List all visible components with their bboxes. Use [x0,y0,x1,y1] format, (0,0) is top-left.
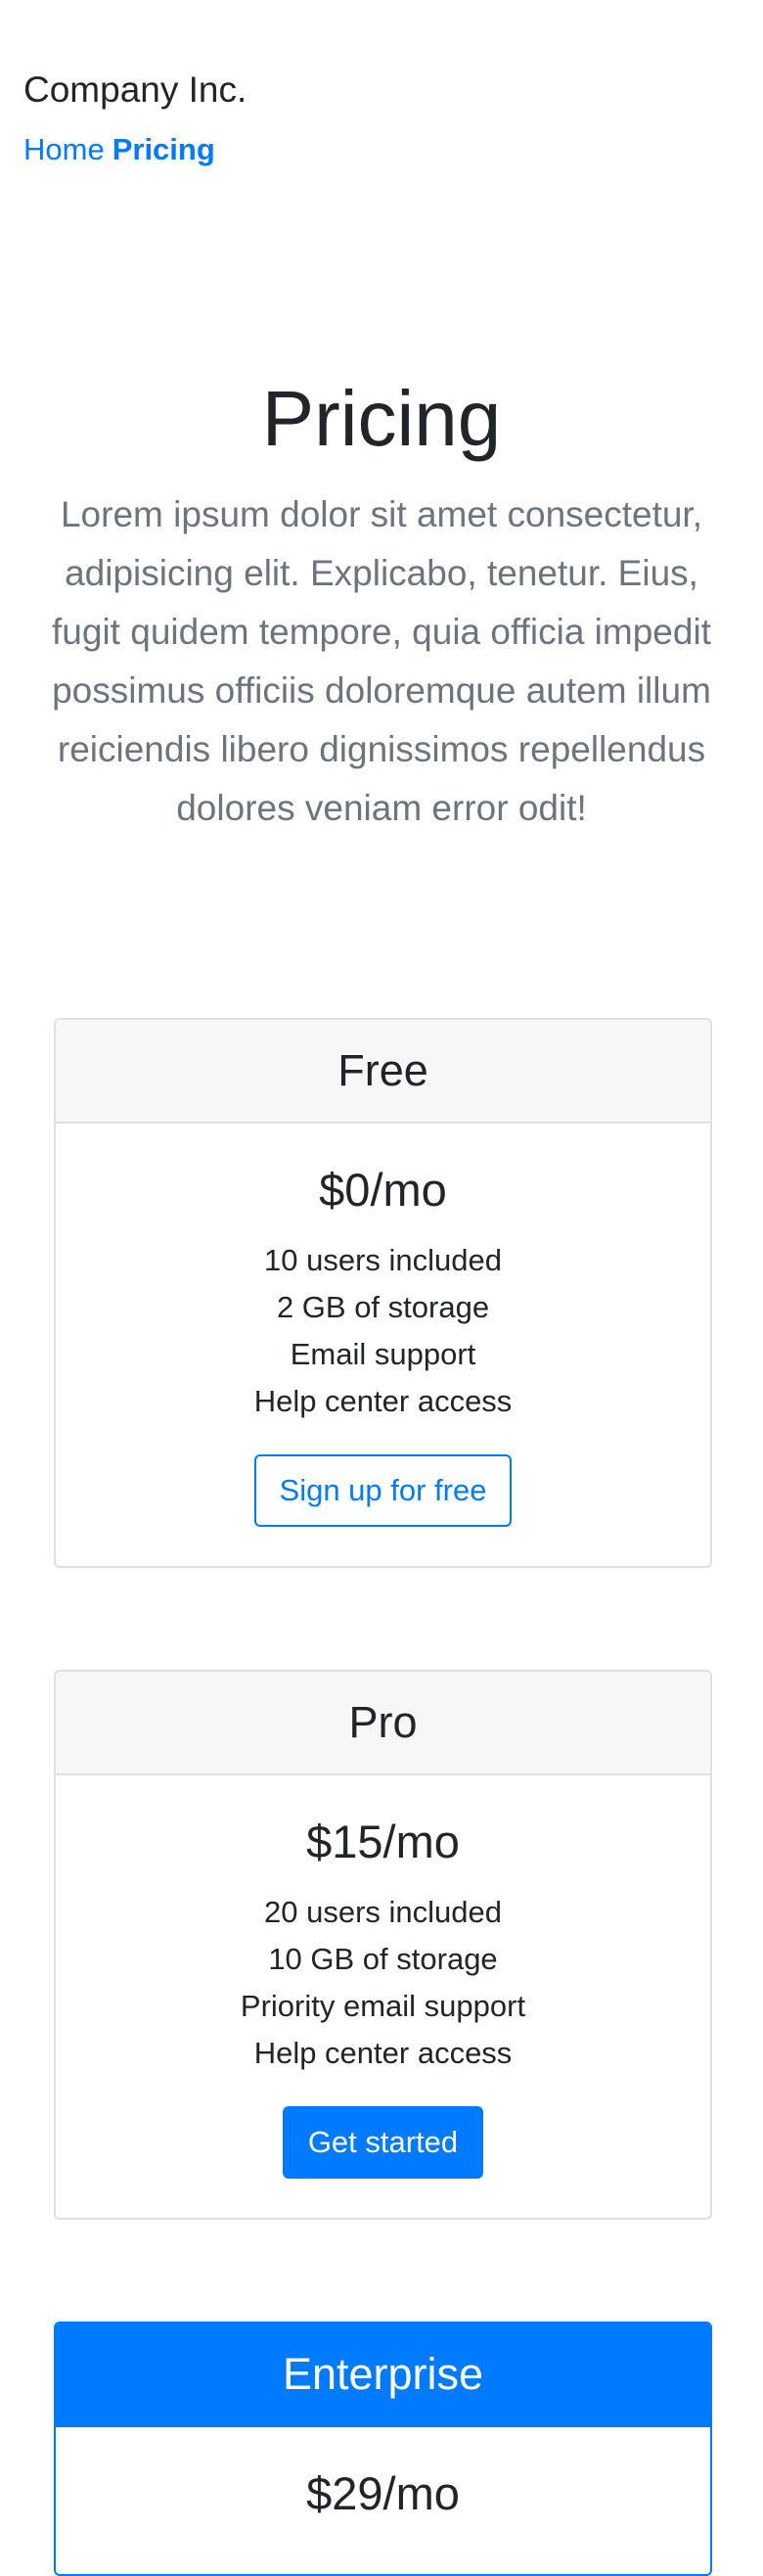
plan-card-header: Enterprise [56,2323,710,2427]
nav-link-pricing[interactable]: Pricing [112,132,215,166]
plan-name: Free [337,1045,428,1095]
feature-item: Email support [290,1337,476,1372]
feature-item: 2 GB of storage [276,1290,490,1325]
pricing-hero: Pricing Lorem ipsum dolor sit amet conse… [0,372,763,838]
plan-card-header: Pro [56,1672,710,1775]
plan-price: $15/mo [306,1816,460,1867]
feature-item: 20 users included [264,1895,502,1930]
plan-card-body: $15/mo 20 users included 10 GB of storag… [56,1775,710,2218]
sign-up-free-button[interactable]: Sign up for free [253,1454,513,1527]
feature-item: 10 GB of storage [268,1942,498,1977]
plan-name: Enterprise [282,2349,484,2399]
feature-item: Help center access [253,1384,513,1419]
feature-item: Help center access [253,2036,513,2071]
site-header: Company Inc. Home Pricing [23,69,247,168]
plan-name: Pro [348,1697,418,1747]
nav-link-home[interactable]: Home [23,132,105,166]
page-title: Pricing [261,375,502,462]
plan-price: $29/mo [306,2467,460,2519]
plan-price: $0/mo [319,1164,447,1216]
feature-item: 10 users included [264,1243,502,1278]
brand-name: Company Inc. [23,69,247,110]
plan-card-header: Free [56,1020,710,1124]
plan-card-pro: Pro $15/mo 20 users included 10 GB of st… [54,1670,712,2220]
plan-card-free: Free $0/mo 10 users included 2 GB of sto… [54,1018,712,1568]
feature-item: Priority email support [240,1989,526,2024]
plan-features: 10 users included 2 GB of storage Email … [75,1237,691,1425]
plan-card-enterprise: Enterprise $29/mo [54,2322,712,2576]
plan-card-body: $0/mo 10 users included 2 GB of storage … [56,1124,710,1566]
get-started-button[interactable]: Get started [282,2106,484,2179]
plan-features: 20 users included 10 GB of storage Prior… [75,1889,691,2077]
page-lead: Lorem ipsum dolor sit amet consectetur, … [52,494,711,828]
plan-card-body: $29/mo [56,2427,710,2560]
main-nav: Home Pricing [23,131,247,167]
